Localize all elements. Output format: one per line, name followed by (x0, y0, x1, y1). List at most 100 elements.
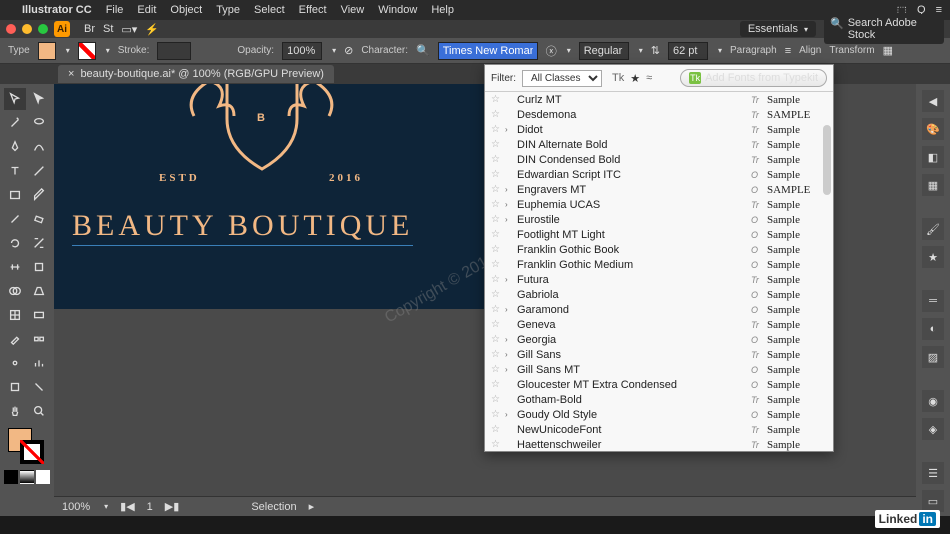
stroke-panel-icon[interactable]: ═ (922, 290, 944, 312)
gpu-icon[interactable]: ⚡ (145, 23, 159, 36)
blend-tool[interactable] (28, 328, 50, 350)
font-size-input[interactable] (668, 42, 708, 60)
expand-icon[interactable]: › (505, 185, 517, 194)
favorite-star-icon[interactable]: ☆ (491, 124, 505, 135)
gradient-mode-icon[interactable] (20, 470, 34, 484)
graph-tool[interactable] (28, 352, 50, 374)
logo-main-text[interactable]: BEAUTY BOUTIQUE (72, 209, 413, 246)
font-row[interactable]: ☆ Haettenschweiler Tr Sample (485, 437, 833, 451)
font-row[interactable]: ☆ › Garamond O Sample (485, 302, 833, 317)
panel-toggle-icon[interactable]: ▦ (883, 44, 893, 57)
font-row[interactable]: ☆ DIN Condensed Bold Tr Sample (485, 152, 833, 167)
font-row[interactable]: ☆ › Didot Tr Sample (485, 122, 833, 137)
mesh-tool[interactable] (4, 304, 26, 326)
stroke-weight-input[interactable] (157, 42, 191, 60)
font-family-input[interactable] (438, 42, 538, 60)
symbols-panel-icon[interactable]: ★ (922, 246, 944, 268)
fill-swatch[interactable] (38, 42, 56, 60)
font-row[interactable]: ☆ Franklin Gothic Medium O Sample (485, 257, 833, 272)
font-style-input[interactable] (579, 42, 629, 60)
perspective-tool[interactable] (28, 280, 50, 302)
font-row[interactable]: ☆ Curlz MT Tr Sample (485, 92, 833, 107)
font-row[interactable]: ☆ Edwardian Script ITC O Sample (485, 167, 833, 182)
font-row[interactable]: ☆ Franklin Gothic Book O Sample (485, 242, 833, 257)
opacity-input[interactable] (282, 42, 322, 60)
color-guide-panel-icon[interactable]: ◧ (922, 146, 944, 168)
favorite-star-icon[interactable]: ☆ (491, 109, 505, 120)
favorite-star-icon[interactable]: ☆ (491, 229, 505, 240)
font-row[interactable]: ☆ NewUnicodeFont Tr Sample (485, 422, 833, 437)
expand-icon[interactable]: › (505, 305, 517, 314)
menu-effect[interactable]: Effect (299, 4, 327, 16)
menu-edit[interactable]: Edit (137, 4, 156, 16)
artboards-panel-icon[interactable]: ▭ (922, 490, 944, 512)
font-row[interactable]: ☆ DIN Alternate Bold Tr Sample (485, 137, 833, 152)
hand-tool[interactable] (4, 400, 26, 422)
expand-icon[interactable]: › (505, 335, 517, 344)
workspace-selector[interactable]: Essentials ▾ (740, 21, 816, 37)
font-list[interactable]: ☆ Curlz MT Tr Sample☆ Desdemona Tr SAMPL… (485, 92, 833, 451)
favorite-star-icon[interactable]: ☆ (491, 274, 505, 285)
status-menu-icon[interactable]: ▸ (309, 500, 315, 513)
fx-icon[interactable]: ⊘ (344, 44, 353, 57)
stroke-swatch[interactable] (78, 42, 96, 60)
zoom-level[interactable]: 100% (62, 501, 90, 513)
window-controls[interactable] (6, 24, 48, 34)
font-row[interactable]: ☆ Gotham-Bold Tr Sample (485, 392, 833, 407)
rectangle-tool[interactable] (4, 184, 26, 206)
fill-stroke-indicator[interactable] (4, 428, 50, 468)
font-row[interactable]: ☆ Gabriola O Sample (485, 287, 833, 302)
favorite-star-icon[interactable]: ☆ (491, 139, 505, 150)
font-row[interactable]: ☆ › Engravers MT O SAMPLE (485, 182, 833, 197)
favorite-star-icon[interactable]: ☆ (491, 169, 505, 180)
favorite-star-icon[interactable]: ☆ (491, 319, 505, 330)
font-dropdown-toggle[interactable]: ▾ (567, 46, 571, 55)
size-stepper-icon[interactable]: ⇅ (651, 44, 660, 57)
expand-icon[interactable]: › (505, 200, 517, 209)
bridge-icon[interactable]: Br (84, 23, 95, 36)
panel-toggle-icon[interactable]: ◀ (922, 90, 944, 112)
font-row[interactable]: ☆ › Goudy Old Style O Sample (485, 407, 833, 422)
expand-icon[interactable]: › (505, 350, 517, 359)
clear-icon[interactable]: ⓧ (546, 43, 557, 59)
typekit-filter-icon[interactable]: Tk (612, 72, 624, 85)
symbol-sprayer-tool[interactable] (4, 352, 26, 374)
favorite-star-icon[interactable]: ☆ (491, 214, 505, 225)
paragraph-label[interactable]: Paragraph (730, 45, 777, 56)
font-row[interactable]: ☆ Gloucester MT Extra Condensed O Sample (485, 377, 833, 392)
menu-object[interactable]: Object (170, 4, 202, 16)
expand-icon[interactable]: › (505, 275, 517, 284)
favorite-star-icon[interactable]: ☆ (491, 259, 505, 270)
menu-app-name[interactable]: Illustrator CC (22, 4, 92, 16)
menu-file[interactable]: File (106, 4, 124, 16)
artboard-tool[interactable] (4, 376, 26, 398)
favorite-star-icon[interactable]: ☆ (491, 94, 505, 105)
none-mode-icon[interactable] (36, 470, 50, 484)
font-row[interactable]: ☆ › Gill Sans Tr Sample (485, 347, 833, 362)
align-left-icon[interactable]: ≡ (785, 45, 791, 57)
close-icon[interactable] (6, 24, 16, 34)
favorite-star-icon[interactable]: ☆ (491, 199, 505, 210)
shape-builder-tool[interactable] (4, 280, 26, 302)
direct-selection-tool[interactable] (28, 88, 50, 110)
menu-view[interactable]: View (341, 4, 365, 16)
zoom-tool[interactable] (28, 400, 50, 422)
menu-type[interactable]: Type (216, 4, 240, 16)
type-tool[interactable] (4, 160, 26, 182)
favorite-star-icon[interactable]: ☆ (491, 244, 505, 255)
font-row[interactable]: ☆ › Gill Sans MT O Sample (485, 362, 833, 377)
color-panel-icon[interactable]: 🎨 (922, 118, 944, 140)
eraser-tool[interactable] (28, 208, 50, 230)
artboard-number[interactable]: 1 (147, 501, 153, 513)
artboard-nav-prev[interactable]: ▮◀ (120, 500, 135, 513)
expand-icon[interactable]: › (505, 365, 517, 374)
gradient-panel-icon[interactable]: ◐ (922, 318, 944, 340)
menu-window[interactable]: Window (378, 4, 417, 16)
color-mode-icon[interactable] (4, 470, 18, 484)
similar-filter-icon[interactable]: ≈ (646, 72, 652, 85)
font-row[interactable]: ☆ Footlight MT Light O Sample (485, 227, 833, 242)
font-row[interactable]: ☆ Geneva Tr Sample (485, 317, 833, 332)
scrollbar-thumb[interactable] (823, 125, 831, 195)
favorite-star-icon[interactable]: ☆ (491, 409, 505, 420)
document-tab[interactable]: × beauty-boutique.ai* @ 100% (RGB/GPU Pr… (58, 65, 334, 83)
